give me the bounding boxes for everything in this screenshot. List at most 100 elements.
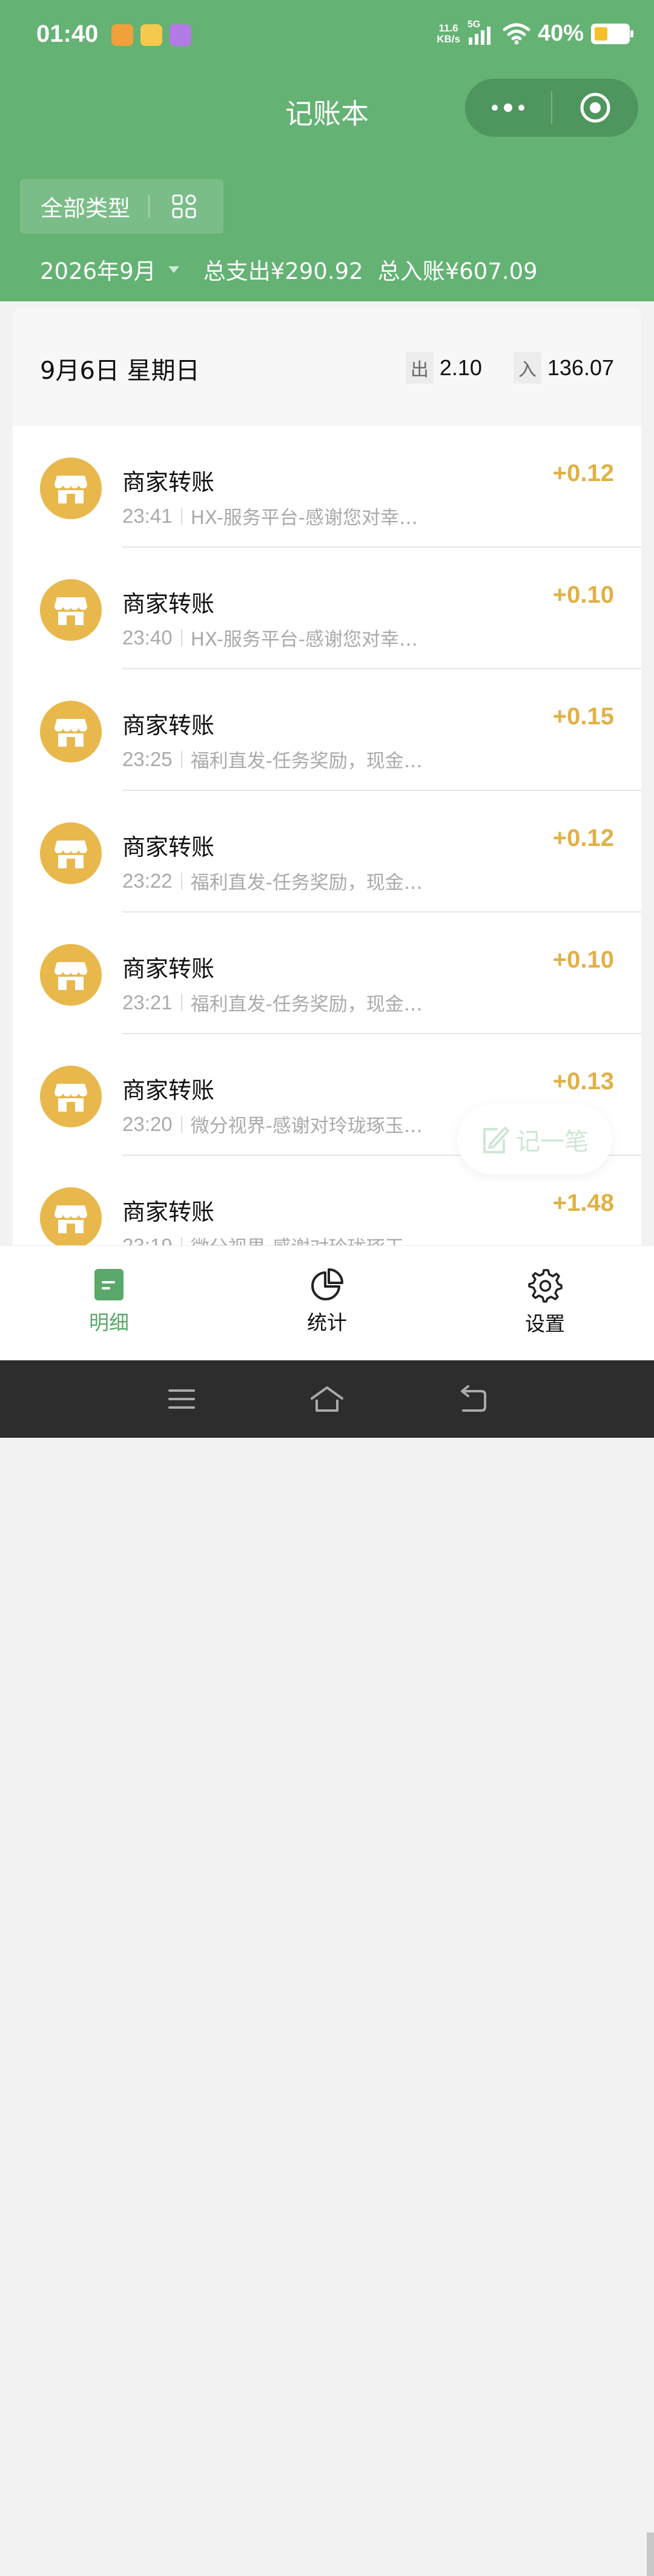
meta-divider xyxy=(180,750,182,768)
day-date: 9月6日 星期日 xyxy=(40,357,200,385)
transaction-desc: 福利直发-任务奖励，现金… xyxy=(190,750,423,772)
signal-icon: 5G xyxy=(467,19,495,46)
header: 01:40 11.6 KB/s 5G 40% 记账本 全部类型 2026年9月 … xyxy=(0,0,654,301)
transaction-row[interactable]: 商家转账 23:40 HX-服务平台-感谢您对幸… +0.10 xyxy=(13,548,641,669)
notification-app-icon xyxy=(170,24,191,46)
list-icon xyxy=(94,1269,124,1300)
transaction-time: 23:25 xyxy=(122,747,173,770)
caret-down-icon[interactable] xyxy=(168,266,179,273)
merchant-icon xyxy=(40,579,102,641)
tab-stats-label: 统计 xyxy=(307,1311,347,1334)
net-speed-unit: KB/s xyxy=(437,33,460,45)
status-right: 11.6 KB/s 5G 40% xyxy=(437,19,633,47)
transaction-amount: +1.48 xyxy=(552,1190,614,1216)
month-selector[interactable]: 2026年9月 xyxy=(40,253,156,286)
day-header: 9月6日 星期日 出 2.10 入 136.07 xyxy=(13,307,641,426)
tab-settings[interactable]: 设置 xyxy=(436,1246,654,1361)
target-close-icon xyxy=(580,93,610,123)
day-in-value: 136.07 xyxy=(547,355,614,380)
transaction-time: 23:41 xyxy=(122,504,173,527)
grid-icon xyxy=(172,194,196,218)
meta-divider xyxy=(180,629,182,646)
transaction-desc: 微分视界-感谢对玲珑琢玉… xyxy=(191,1232,423,1245)
total-expense: 总支出¥290.92 xyxy=(203,258,363,284)
battery-percent: 40% xyxy=(537,21,584,46)
add-record-button[interactable]: 记一笔 xyxy=(457,1104,612,1175)
merchant-icon xyxy=(40,1066,102,1127)
pie-chart-icon xyxy=(311,1268,343,1300)
transaction-time: 23:22 xyxy=(122,869,173,892)
transaction-desc: 福利直发-任务奖励，现金… xyxy=(190,994,423,1015)
month-summary: 2026年9月 总支出¥290.92 总入账¥607.09 xyxy=(40,253,538,286)
battery-icon xyxy=(591,23,633,44)
total-income: 总入账¥607.09 xyxy=(377,258,538,284)
transaction-desc: HX-服务平台-感谢您对幸… xyxy=(190,629,418,651)
home-button[interactable] xyxy=(254,1385,400,1413)
tab-details-label: 明细 xyxy=(89,1311,129,1334)
transaction-amount: +0.13 xyxy=(552,1068,614,1095)
transaction-meta: 23:22 福利直发-任务奖励，现金… xyxy=(122,867,423,894)
transaction-amount: +0.15 xyxy=(552,703,614,730)
transaction-name: 商家转账 xyxy=(122,591,215,617)
transaction-meta: 23:25 福利直发-任务奖励，现金… xyxy=(122,746,423,773)
type-filter-label: 全部类型 xyxy=(41,195,130,221)
transaction-time: 23:40 xyxy=(122,626,173,649)
transaction-time: 23:19 xyxy=(122,1234,173,1246)
more-dots-icon xyxy=(492,103,524,112)
transaction-name: 商家转账 xyxy=(122,712,215,739)
add-record-label: 记一笔 xyxy=(516,1128,589,1156)
type-filter-button[interactable]: 全部类型 xyxy=(20,179,223,234)
transaction-meta: 23:40 HX-服务平台-感谢您对幸… xyxy=(122,624,418,651)
wifi-icon xyxy=(503,23,530,44)
transaction-amount: +0.12 xyxy=(552,825,614,851)
transaction-desc: 福利直发-任务奖励，现金… xyxy=(190,872,423,894)
more-button[interactable] xyxy=(465,79,551,137)
tab-details[interactable]: 明细 xyxy=(0,1246,218,1361)
status-app-icons xyxy=(111,24,191,46)
meta-divider xyxy=(180,507,182,525)
transaction-name: 商家转账 xyxy=(122,834,215,860)
mini-program-capsule xyxy=(465,79,638,137)
transaction-meta: 23:19 微分视界-感谢对玲珑琢玉… xyxy=(122,1232,423,1245)
transaction-row[interactable]: 商家转账 23:41 HX-服务平台-感谢您对幸… +0.12 xyxy=(13,426,641,548)
notification-app-icon xyxy=(111,24,133,46)
transaction-amount: +0.10 xyxy=(552,946,614,973)
gear-icon xyxy=(528,1269,563,1303)
menu-button[interactable] xyxy=(109,1387,254,1411)
back-icon xyxy=(461,1385,486,1412)
transaction-row[interactable]: 商家转账 23:21 福利直发-任务奖励，现金… +0.10 xyxy=(13,913,641,1034)
merchant-icon xyxy=(40,457,102,519)
scrollbar-thumb[interactable] xyxy=(647,2532,654,2576)
battery-level-fill xyxy=(595,27,607,41)
transaction-name: 商家转账 xyxy=(122,1199,215,1225)
transaction-row[interactable]: 商家转账 23:25 福利直发-任务奖励，现金… +0.15 xyxy=(13,669,641,791)
transaction-desc: HX-服务平台-感谢您对幸… xyxy=(190,507,418,529)
net-speed: 11.6 KB/s xyxy=(437,22,460,45)
day-out-value: 2.10 xyxy=(439,355,482,380)
meta-divider xyxy=(180,1115,182,1133)
transaction-name: 商家转账 xyxy=(122,955,215,982)
meta-divider xyxy=(180,1237,182,1245)
back-button[interactable] xyxy=(400,1385,545,1413)
transaction-meta: 23:20 微分视界-感谢对玲珑琢玉… xyxy=(122,1110,423,1138)
meta-divider xyxy=(180,994,182,1011)
system-nav-bar xyxy=(0,1360,654,1438)
merchant-icon xyxy=(40,822,102,884)
transaction-name: 商家转账 xyxy=(122,469,215,496)
transaction-name: 商家转账 xyxy=(122,1077,215,1104)
transaction-meta: 23:21 福利直发-任务奖励，现金… xyxy=(122,989,423,1016)
transaction-desc: 微分视界-感谢对玲珑琢玉… xyxy=(190,1115,423,1137)
battery-tip xyxy=(630,30,633,38)
bottom-tab-bar: 明细 统计 设置 xyxy=(0,1245,654,2576)
in-tag: 入 xyxy=(513,352,541,384)
close-button[interactable] xyxy=(552,79,638,137)
transaction-amount: +0.12 xyxy=(552,460,614,487)
status-time: 01:40 xyxy=(36,21,99,47)
meta-divider xyxy=(180,872,182,890)
net-speed-value: 11.6 xyxy=(438,22,458,34)
transaction-amount: +0.10 xyxy=(552,582,614,608)
out-tag: 出 xyxy=(405,352,434,384)
transaction-row[interactable]: 商家转账 23:22 福利直发-任务奖励，现金… +0.12 xyxy=(13,791,641,913)
tab-stats[interactable]: 统计 xyxy=(218,1246,436,1361)
merchant-icon xyxy=(40,944,102,1006)
